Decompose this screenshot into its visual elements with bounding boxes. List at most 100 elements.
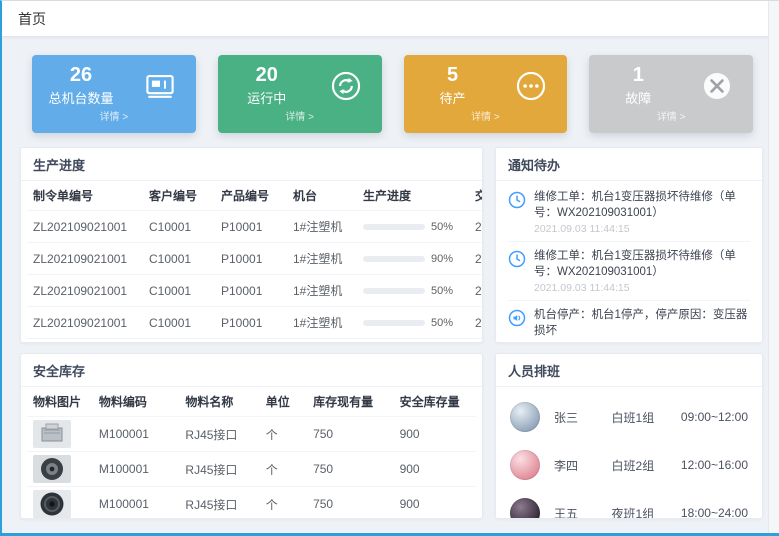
customer-no: C10001 [143, 275, 215, 307]
stat-card-total-machines[interactable]: 26 总机台数量 详情 > [32, 55, 196, 133]
material-photo-connector [33, 455, 71, 483]
stat-card-running[interactable]: 20 运行中 详情 > [218, 55, 382, 133]
customer-no: C10001 [143, 243, 215, 275]
material-name: RJ45接口 [179, 452, 259, 487]
material-code: M100001 [93, 487, 180, 520]
clock-icon [508, 249, 526, 294]
shift-time: 18:00~24:00 [681, 506, 748, 519]
product-no: P10001 [215, 275, 287, 307]
stat-value: 1 [603, 64, 673, 87]
list-item: 王五 夜班1组 18:00~24:00 [510, 489, 748, 519]
product-no: P10001 [215, 243, 287, 275]
stat-label: 运行中 [232, 88, 302, 107]
column-header: 产品编号 [215, 181, 287, 211]
person-name: 张三 [554, 409, 612, 426]
delivery-date: 2021-09-10 [469, 243, 483, 275]
column-header: 物料名称 [179, 387, 259, 417]
timestamp: 2021.09.03 11:44:15 [534, 223, 750, 235]
customer-no: C10001 [143, 307, 215, 339]
material-name: RJ45接口 [179, 417, 259, 452]
delivery-date: 2021-09-10 [469, 307, 483, 339]
stat-label: 待产 [418, 88, 488, 107]
fault-icon [699, 68, 735, 104]
progress-label: 50 [431, 317, 453, 329]
table-row: ZL202109021001 C10001 P10001 1#注塑机 90 20… [27, 243, 483, 275]
panel-title-production: 生产进度 [21, 148, 482, 181]
list-item[interactable]: 机台停产：机台1停产，停产原因：变压器损坏 2021.09.03 11:44:1… [508, 301, 750, 342]
column-header: 安全库存量 [394, 387, 476, 417]
detail-link[interactable]: 详情 > [414, 108, 558, 123]
stat-value: 20 [232, 64, 302, 87]
customer-no: C10001 [143, 339, 215, 344]
table-row: ZL202109021001 C10001 P10001 1#注塑机 50 20… [27, 307, 483, 339]
notification-body: 维修工单：机台1变压器损坏待维修（单号：WX202109031001） 2021… [534, 190, 750, 235]
avatar [510, 450, 540, 480]
order-no: ZL202109021001 [27, 211, 143, 243]
clock-icon [508, 190, 526, 235]
stat-value: 5 [418, 64, 488, 87]
detail-link[interactable]: 详情 > [599, 108, 743, 123]
material-photo-rj45 [33, 420, 71, 448]
stat-card-waiting[interactable]: 5 待产 详情 > [404, 55, 568, 133]
machine-name: 1#注塑机 [287, 211, 357, 243]
progress-label: 50 [431, 221, 453, 233]
shift-label: 白班1组 [612, 409, 681, 426]
stat-info: 20 运行中 [232, 64, 302, 107]
column-header: 机台 [287, 181, 357, 211]
progress-bar: 50 [363, 285, 463, 297]
safety-qty: 900 [394, 417, 476, 452]
schedule-panel: 人员排班 张三 白班1组 09:00~12:00 李四 白班2组 12:00~1… [495, 353, 763, 519]
list-item[interactable]: 维修工单：机台1变压器损坏待维修（单号：WX202109031001） 2021… [508, 183, 750, 242]
person-name: 李四 [554, 457, 612, 474]
material-photo-speaker [33, 490, 71, 518]
shift-time: 12:00~16:00 [681, 458, 748, 472]
detail-link[interactable]: 详情 > [42, 108, 186, 123]
table-row: M100001 RJ45接口 个 750 900 [27, 452, 476, 487]
progress-bar: 90 [363, 253, 463, 265]
detail-link[interactable]: 详情 > [228, 108, 372, 123]
material-name: RJ45接口 [179, 487, 259, 520]
stat-info: 1 故障 [603, 64, 673, 107]
list-item[interactable]: 维修工单：机台1变压器损坏待维修（单号：WX202109031001） 2021… [508, 242, 750, 301]
machine-name: 1#注塑机 [287, 275, 357, 307]
tab-home[interactable]: 首页 [18, 9, 46, 29]
notifications-panel: 通知待办 维修工单：机台1变压器损坏待维修（单号：WX202109031001）… [495, 147, 763, 343]
material-unit: 个 [260, 487, 307, 520]
notification-text: 维修工单：机台1变压器损坏待维修（单号：WX202109031001） [534, 190, 750, 221]
material-code: M100001 [93, 417, 180, 452]
scrollbar[interactable] [768, 1, 779, 533]
app-window: 首页 26 总机台数量 详情 > 20 [0, 0, 779, 536]
safety-qty: 900 [394, 452, 476, 487]
table-row: ZL202109021001 C10001 P10001 1#注塑机 50 20… [27, 339, 483, 344]
table-row: M100001 RJ45接口 个 750 900 [27, 417, 476, 452]
stock-qty: 750 [307, 487, 394, 520]
notification-list: 维修工单：机台1变压器损坏待维修（单号：WX202109031001） 2021… [496, 181, 762, 342]
stat-info: 5 待产 [418, 64, 488, 107]
panel-title-schedule: 人员排班 [496, 354, 762, 387]
shift-label: 白班2组 [612, 457, 681, 474]
panel-grid: 生产进度 制令单编号 客户编号 产品编号 机台 生产进度 交货日期 ZL2021… [20, 147, 763, 519]
notification-text: 维修工单：机台1变压器损坏待维修（单号：WX202109031001） [534, 249, 750, 280]
shift-label: 夜班1组 [612, 505, 681, 520]
stock-qty: 750 [307, 417, 394, 452]
order-no: ZL202109021001 [27, 243, 143, 275]
panel-title-inventory: 安全库存 [21, 354, 482, 387]
product-no: P10001 [215, 211, 287, 243]
machine-name: 1#注塑机 [287, 307, 357, 339]
timestamp: 2021.09.03 11:44:15 [534, 341, 750, 342]
machine-name: 1#注塑机 [287, 243, 357, 275]
production-progress-panel: 生产进度 制令单编号 客户编号 产品编号 机台 生产进度 交货日期 ZL2021… [20, 147, 483, 343]
stat-label: 故障 [603, 88, 673, 107]
stock-qty: 750 [307, 452, 394, 487]
column-header: 交货日期 [469, 181, 483, 211]
waiting-icon [513, 68, 549, 104]
stat-card-fault[interactable]: 1 故障 详情 > [589, 55, 753, 133]
stat-cards: 26 总机台数量 详情 > 20 运行中 [32, 55, 753, 133]
column-header: 生产进度 [357, 181, 469, 211]
progress-bar: 50 [363, 317, 463, 329]
machine-icon [142, 68, 178, 104]
running-icon [328, 68, 364, 104]
avatar [510, 402, 540, 432]
shift-time: 09:00~12:00 [681, 410, 748, 424]
stat-value: 26 [46, 64, 116, 87]
